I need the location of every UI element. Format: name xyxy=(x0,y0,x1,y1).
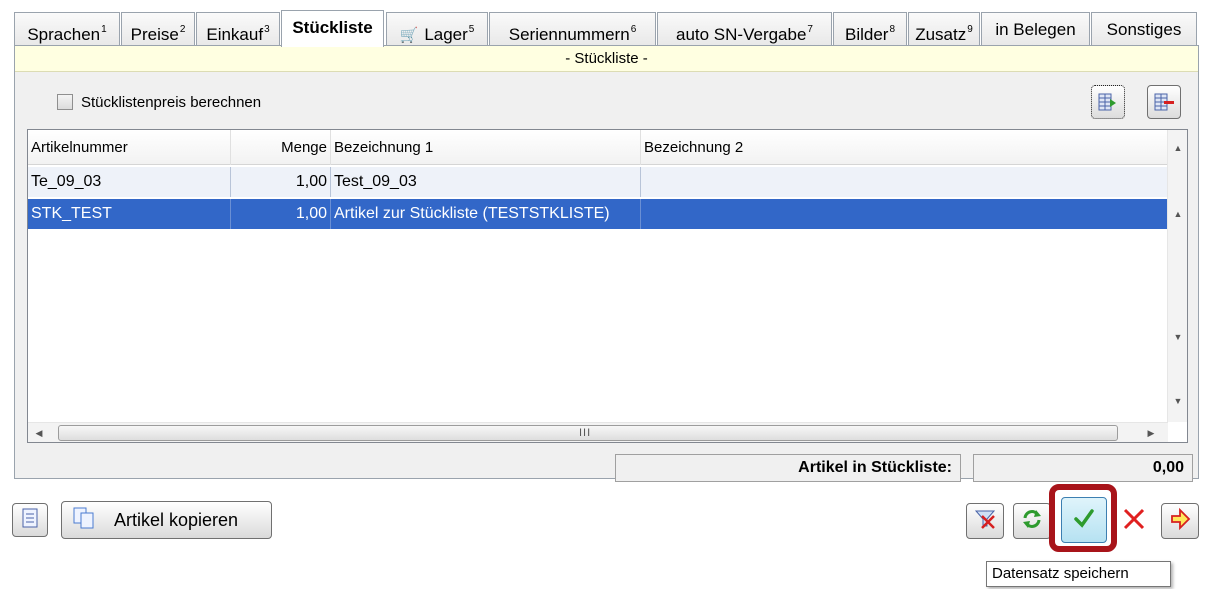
grid-header: Artikelnummer Menge Bezeichnung 1 Bezeic… xyxy=(28,130,1168,165)
stueckliste-grid[interactable]: Artikelnummer Menge Bezeichnung 1 Bezeic… xyxy=(27,129,1188,443)
tab-zusatz[interactable]: Zusatz9 xyxy=(908,12,980,46)
insert-row-icon xyxy=(1097,91,1119,113)
stueckliste-panel: - Stückliste - Stücklistenpreis berechne… xyxy=(14,45,1199,482)
refresh-icon xyxy=(1020,507,1044,535)
tab-sprachen[interactable]: Sprachen1 xyxy=(14,12,120,46)
tab-shortcut-number: 9 xyxy=(967,24,973,35)
refresh-button[interactable] xyxy=(1013,503,1051,539)
cart-icon: 🛒 xyxy=(399,27,419,44)
tab-stueckliste[interactable]: Stückliste xyxy=(281,10,384,47)
calc-price-row: Stücklistenpreis berechnen xyxy=(57,92,261,112)
column-header-bezeichnung-2[interactable]: Bezeichnung 2 xyxy=(641,130,1168,165)
cell-artikelnummer: STK_TEST xyxy=(28,199,231,229)
section-header: - Stückliste - xyxy=(15,46,1198,72)
delete-row-icon xyxy=(1153,91,1175,113)
tab-in-belegen[interactable]: in Belegen xyxy=(981,12,1090,46)
scroll-up-icon[interactable]: ▲ xyxy=(1168,139,1187,157)
tab-shortcut-number: 8 xyxy=(889,24,896,35)
cell-bezeichnung-1: Test_09_03 xyxy=(331,167,641,197)
scroll-left-icon[interactable]: ◀ xyxy=(32,424,46,442)
scroll-right-icon[interactable]: ▶ xyxy=(1144,424,1158,442)
tab-label: Lager xyxy=(424,25,468,44)
cell-bezeichnung-1: Artikel zur Stückliste (TESTSTKLISTE) xyxy=(331,199,641,229)
tab-label: Sonstiges xyxy=(1106,20,1182,39)
exit-icon xyxy=(1168,507,1192,535)
copy-icon xyxy=(72,506,96,535)
scroll-down-icon[interactable]: ▼ xyxy=(1168,392,1187,410)
tab-shortcut-number: 5 xyxy=(468,24,475,35)
tab-shortcut-number: 2 xyxy=(179,24,186,35)
tab-shortcut-number: 7 xyxy=(807,24,813,35)
tab-sonstiges[interactable]: Sonstiges xyxy=(1091,12,1197,46)
tab-label: auto SN-Vergabe xyxy=(676,25,807,44)
column-header-menge[interactable]: Menge xyxy=(231,130,331,165)
tab-bar: Sprachen1 Preise2 Einkauf3 Stückliste 🛒 L… xyxy=(0,10,1212,47)
tab-einkauf[interactable]: Einkauf3 xyxy=(196,12,280,46)
scroll-up-icon[interactable]: ▲ xyxy=(1168,205,1187,223)
tooltip: Datensatz speichern xyxy=(986,561,1171,587)
document-icon xyxy=(21,508,39,532)
calc-price-label: Stücklistenpreis berechnen xyxy=(81,93,262,111)
tab-preise[interactable]: Preise2 xyxy=(121,12,195,46)
cell-menge: 1,00 xyxy=(231,199,331,229)
cancel-icon xyxy=(1121,506,1147,536)
tab-bilder[interactable]: Bilder8 xyxy=(833,12,907,46)
vertical-scrollbar[interactable]: ▲ ▲ ▼ ▼ xyxy=(1167,130,1187,422)
cell-bezeichnung-2 xyxy=(641,199,1168,229)
document-button[interactable] xyxy=(12,503,48,537)
tab-label: Einkauf xyxy=(206,25,264,44)
tab-shortcut-number: 1 xyxy=(101,24,107,35)
column-header-artikelnummer[interactable]: Artikelnummer xyxy=(28,130,231,165)
save-button-highlight xyxy=(1049,484,1117,552)
clear-filter-button[interactable] xyxy=(966,503,1004,539)
tab-lager[interactable]: 🛒 Lager5 xyxy=(386,12,488,46)
tab-label: Bilder xyxy=(844,25,889,44)
tab-auto-sn-vergabe[interactable]: auto SN-Vergabe7 xyxy=(657,12,832,46)
copy-article-button[interactable]: Artikel kopieren xyxy=(61,501,272,539)
cell-bezeichnung-2 xyxy=(641,167,1168,197)
insert-row-button[interactable] xyxy=(1091,85,1125,119)
scroll-down-icon[interactable]: ▼ xyxy=(1168,328,1187,346)
cell-menge: 1,00 xyxy=(231,167,331,197)
tab-label: Zusatz xyxy=(915,25,967,44)
tab-shortcut-number: 3 xyxy=(264,24,270,35)
cancel-button[interactable] xyxy=(1118,503,1150,539)
tab-label: Sprachen xyxy=(27,25,101,44)
tab-label: Seriennummern xyxy=(508,25,630,44)
tab-label: in Belegen xyxy=(995,20,1076,39)
scroll-grip: III xyxy=(579,427,592,439)
filter-clear-icon xyxy=(973,507,997,535)
column-header-bezeichnung-1[interactable]: Bezeichnung 1 xyxy=(331,130,641,165)
tab-shortcut-number: 6 xyxy=(630,24,637,35)
horizontal-scrollbar[interactable]: ◀ III ▶ xyxy=(28,422,1168,442)
table-row[interactable]: Te_09_03 1,00 Test_09_03 xyxy=(28,167,1168,197)
delete-row-button[interactable] xyxy=(1147,85,1181,119)
exit-button[interactable] xyxy=(1161,503,1199,539)
tab-label: Preise xyxy=(130,25,179,44)
summary-value: 0,00 xyxy=(973,454,1193,482)
table-row-selected[interactable]: STK_TEST 1,00 Artikel zur Stückliste (TE… xyxy=(28,199,1168,229)
tab-seriennummern[interactable]: Seriennummern6 xyxy=(489,12,656,46)
summary-label: Artikel in Stückliste: xyxy=(615,454,961,482)
copy-article-label: Artikel kopieren xyxy=(114,509,239,530)
calc-price-checkbox[interactable] xyxy=(57,94,73,110)
tab-label: Stückliste xyxy=(292,18,373,37)
horizontal-scroll-thumb[interactable]: III xyxy=(58,425,1118,441)
cell-artikelnummer: Te_09_03 xyxy=(28,167,231,197)
